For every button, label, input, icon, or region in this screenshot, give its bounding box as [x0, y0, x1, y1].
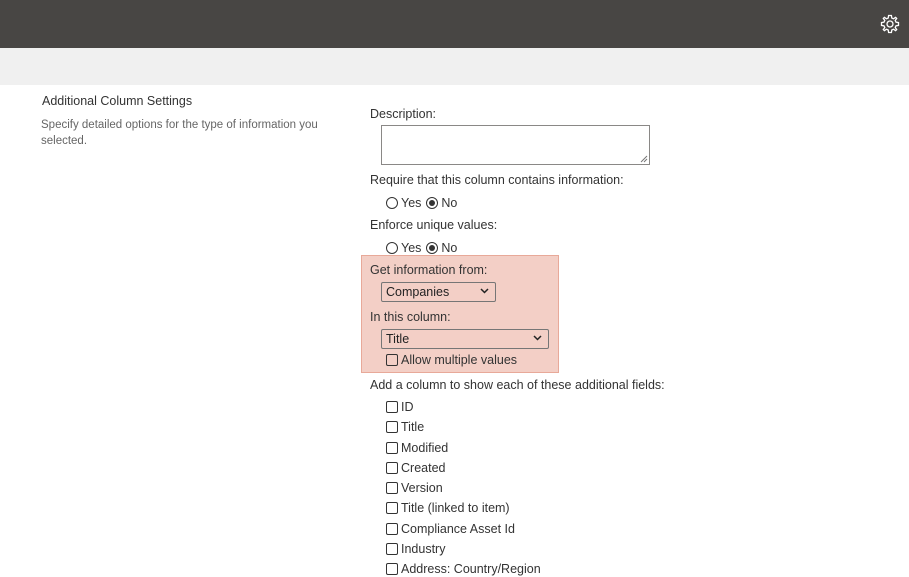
chevron-down-icon: [480, 288, 489, 294]
section-description: Specify detailed options for the type of…: [41, 119, 318, 147]
field-option-version[interactable]: Version: [386, 480, 443, 496]
require-label: Require that this column contains inform…: [370, 173, 624, 187]
allow-multiple-option[interactable]: Allow multiple values: [386, 352, 517, 368]
field-checkbox[interactable]: [386, 543, 398, 555]
allow-multiple-label: Allow multiple values: [401, 353, 518, 367]
unique-radio-group: Yes No: [386, 240, 457, 256]
command-bar: [0, 48, 909, 85]
field-checkbox[interactable]: [386, 421, 398, 433]
unique-yes-radio[interactable]: [386, 242, 398, 254]
field-checkbox[interactable]: [386, 502, 398, 514]
section-title: Additional Column Settings: [42, 94, 193, 108]
require-yes-radio[interactable]: [386, 197, 398, 209]
require-no-radio[interactable]: [426, 197, 439, 209]
require-yes-label: Yes: [401, 196, 422, 210]
require-radio-group: Yes No: [386, 195, 457, 211]
chevron-down-icon: [533, 335, 542, 341]
field-option-modified[interactable]: Modified: [386, 440, 448, 456]
field-label: Title: [401, 420, 425, 434]
in-column-label: In this column:: [370, 310, 451, 324]
description-textarea[interactable]: [381, 125, 650, 165]
unique-no-label: No: [441, 241, 458, 255]
in-column-value: Title: [386, 332, 410, 346]
field-label: Compliance Asset Id: [401, 522, 515, 536]
field-checkbox[interactable]: [386, 563, 398, 575]
suite-bar: [0, 0, 909, 48]
field-option-compliance-asset-id[interactable]: Compliance Asset Id: [386, 521, 515, 537]
field-option-address-country[interactable]: Address: Country/Region: [386, 561, 541, 577]
field-checkbox[interactable]: [386, 523, 398, 535]
in-column-select[interactable]: Title: [381, 329, 549, 349]
unique-yes-label: Yes: [401, 241, 422, 255]
field-option-industry[interactable]: Industry: [386, 541, 445, 557]
resize-grip-icon[interactable]: [640, 155, 648, 163]
field-checkbox[interactable]: [386, 482, 398, 494]
field-label: Modified: [401, 441, 449, 455]
field-option-title[interactable]: Title: [386, 419, 424, 435]
field-option-title-linked[interactable]: Title (linked to item): [386, 500, 510, 516]
description-label: Description:: [370, 107, 436, 121]
get-info-value: Companies: [386, 285, 450, 299]
field-label: Title (linked to item): [401, 501, 510, 515]
get-info-label: Get information from:: [370, 263, 488, 277]
get-info-select[interactable]: Companies: [381, 282, 496, 302]
field-label: Version: [401, 481, 443, 495]
unique-label: Enforce unique values:: [370, 218, 498, 232]
field-label: Industry: [401, 542, 446, 556]
field-label: ID: [401, 400, 414, 414]
field-label: Created: [401, 461, 446, 475]
unique-no-radio[interactable]: [426, 242, 439, 254]
field-checkbox[interactable]: [386, 401, 398, 413]
field-checkbox[interactable]: [386, 442, 398, 454]
field-label: Address: Country/Region: [401, 562, 541, 576]
field-option-created[interactable]: Created: [386, 460, 445, 476]
gear-icon[interactable]: [880, 14, 900, 34]
field-checkbox[interactable]: [386, 462, 398, 474]
require-no-label: No: [441, 196, 458, 210]
field-option-id[interactable]: ID: [386, 399, 414, 415]
allow-multiple-checkbox[interactable]: [386, 354, 398, 366]
additional-fields-label: Add a column to show each of these addit…: [370, 378, 665, 392]
